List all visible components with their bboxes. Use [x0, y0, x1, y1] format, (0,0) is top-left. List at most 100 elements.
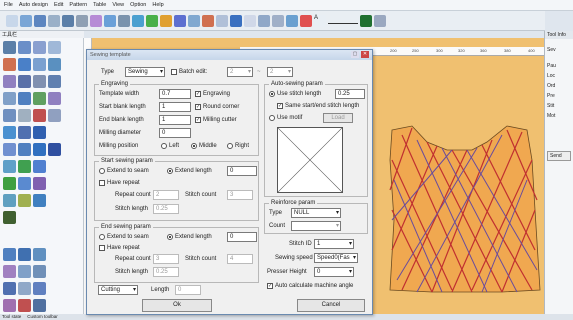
close-icon[interactable]: ✕ [361, 51, 369, 58]
line-tool-icon[interactable] [33, 58, 46, 71]
rotate-tool-icon[interactable] [18, 92, 31, 105]
scissor-tool-icon[interactable] [18, 299, 31, 312]
tool-option-7[interactable]: Mot [545, 111, 573, 121]
menu-option[interactable]: Option [130, 2, 146, 8]
tree-tool-icon[interactable] [3, 177, 16, 190]
frame-tool-icon[interactable] [18, 248, 31, 261]
list-tool-icon[interactable] [33, 194, 46, 207]
send-button[interactable]: Send [547, 151, 571, 161]
cross-tool-icon[interactable] [48, 143, 61, 156]
measure-tool-icon[interactable] [48, 75, 61, 88]
start-stitch-length-input[interactable]: 0.25 [153, 204, 179, 214]
fill-tool-icon[interactable] [3, 126, 16, 139]
chart-icon[interactable] [216, 14, 228, 27]
pattern-tool-icon[interactable] [18, 160, 31, 173]
line-icon[interactable] [258, 14, 270, 27]
template-tool-icon[interactable] [3, 143, 16, 156]
color-icon[interactable] [300, 14, 312, 27]
presser-height-select[interactable]: 0 [314, 267, 354, 277]
sewing-speed-select[interactable]: Speed0(Fas [314, 253, 358, 263]
redo-icon[interactable] [76, 14, 88, 27]
offset-tool-icon[interactable] [48, 92, 61, 105]
grid-icon[interactable] [118, 14, 130, 27]
seam-tool-icon[interactable] [33, 126, 46, 139]
pin-tool-icon[interactable] [33, 109, 46, 122]
milling-right-radio[interactable] [227, 143, 233, 149]
tool-option-6[interactable]: Stit [545, 101, 573, 111]
help-icon[interactable] [374, 14, 386, 27]
same-stitch-checkbox[interactable]: ✓ [277, 103, 283, 109]
pattern-icon[interactable] [230, 14, 242, 27]
align-icon[interactable] [188, 14, 200, 27]
cut-line-tool-icon[interactable] [3, 248, 16, 261]
sweater-pattern[interactable] [372, 60, 547, 300]
round-corner-checkbox[interactable]: ✓ [195, 104, 201, 110]
sum-icon[interactable] [174, 14, 186, 27]
angle-tool-icon[interactable] [18, 75, 31, 88]
save-icon[interactable] [34, 14, 46, 27]
arc-tool-icon[interactable] [3, 75, 16, 88]
cutting-select[interactable]: Cutting [98, 285, 138, 295]
batch-edit-checkbox[interactable] [171, 69, 177, 75]
milling-middle-radio[interactable] [191, 143, 197, 149]
line-style-icon[interactable] [328, 18, 358, 24]
menu-table[interactable]: Table [93, 2, 106, 8]
fill-color-icon[interactable] [360, 14, 372, 27]
reinforce-count-select[interactable] [291, 221, 341, 231]
length-input[interactable]: 0 [175, 285, 201, 295]
edit-tool-icon[interactable] [33, 41, 46, 54]
start-repeat-count-input[interactable]: 2 [153, 190, 179, 200]
ok-button[interactable]: Ok [142, 299, 212, 312]
delete-tool-icon[interactable] [3, 299, 16, 312]
color-tool-icon[interactable] [18, 126, 31, 139]
tool-option-2[interactable]: Pau [545, 61, 573, 71]
tool-option-4[interactable]: Ord [545, 81, 573, 91]
export-icon[interactable] [286, 14, 298, 27]
engraving-checkbox[interactable]: ✓ [195, 91, 201, 97]
cut-icon[interactable] [90, 14, 102, 27]
pen-tool-icon[interactable] [3, 58, 16, 71]
milling-cutter-checkbox[interactable]: ✓ [195, 117, 201, 123]
mirror-tool-icon[interactable] [3, 92, 16, 105]
milling-left-radio[interactable] [161, 143, 167, 149]
rect-tool-icon[interactable] [48, 58, 61, 71]
adjust-icon[interactable] [160, 14, 172, 27]
end-repeat-count-input[interactable]: 3 [153, 254, 179, 264]
move-tool-icon[interactable] [18, 41, 31, 54]
bridge-tool-icon[interactable] [18, 282, 31, 295]
cut-tool-icon[interactable] [3, 109, 16, 122]
start-stitch-count-input[interactable]: 3 [227, 190, 253, 200]
curve-tool-icon[interactable] [18, 58, 31, 71]
sewing-icon[interactable] [146, 14, 158, 27]
batch-from-select[interactable]: 2 [227, 67, 253, 77]
tab-tool-state[interactable]: Tool state [2, 314, 21, 320]
new-icon[interactable] [6, 14, 18, 27]
reinforce-type-select[interactable]: NULL [291, 208, 341, 218]
check-tool-icon[interactable] [33, 299, 46, 312]
bar-tool-icon[interactable] [3, 211, 16, 224]
seq-tool-icon[interactable] [33, 265, 46, 278]
table-tool-icon[interactable] [33, 143, 46, 156]
start-repeat-checkbox[interactable] [99, 180, 105, 186]
text-tool-icon[interactable] [33, 75, 46, 88]
start-extend-seam-radio[interactable] [99, 168, 105, 174]
menu-view[interactable]: View [112, 2, 124, 8]
batch-to-select[interactable]: 2 [267, 67, 293, 77]
join-tool-icon[interactable] [18, 109, 31, 122]
end-blank-input[interactable]: 1 [159, 115, 191, 125]
type-select[interactable]: Sewing [125, 67, 165, 77]
start-extend-length-radio[interactable] [167, 168, 173, 174]
minimize-icon[interactable]: ▢ [351, 51, 359, 58]
scale-tool-icon[interactable] [33, 92, 46, 105]
connect-tool-icon[interactable] [18, 177, 31, 190]
end-stitch-length-input[interactable]: 0.25 [153, 267, 179, 277]
tool-option-1[interactable]: Sev [545, 45, 573, 55]
tab-custom-toolbar[interactable]: Custom toolbar [27, 314, 58, 320]
template-width-input[interactable]: 0.7 [159, 89, 191, 99]
bend-tool-icon[interactable] [3, 265, 16, 278]
start-blank-input[interactable]: 1 [159, 102, 191, 112]
load-button[interactable]: Load [323, 113, 353, 123]
use-stitch-length-radio[interactable] [269, 91, 275, 97]
layers-icon[interactable] [132, 14, 144, 27]
end-extend-length-radio[interactable] [167, 234, 173, 240]
